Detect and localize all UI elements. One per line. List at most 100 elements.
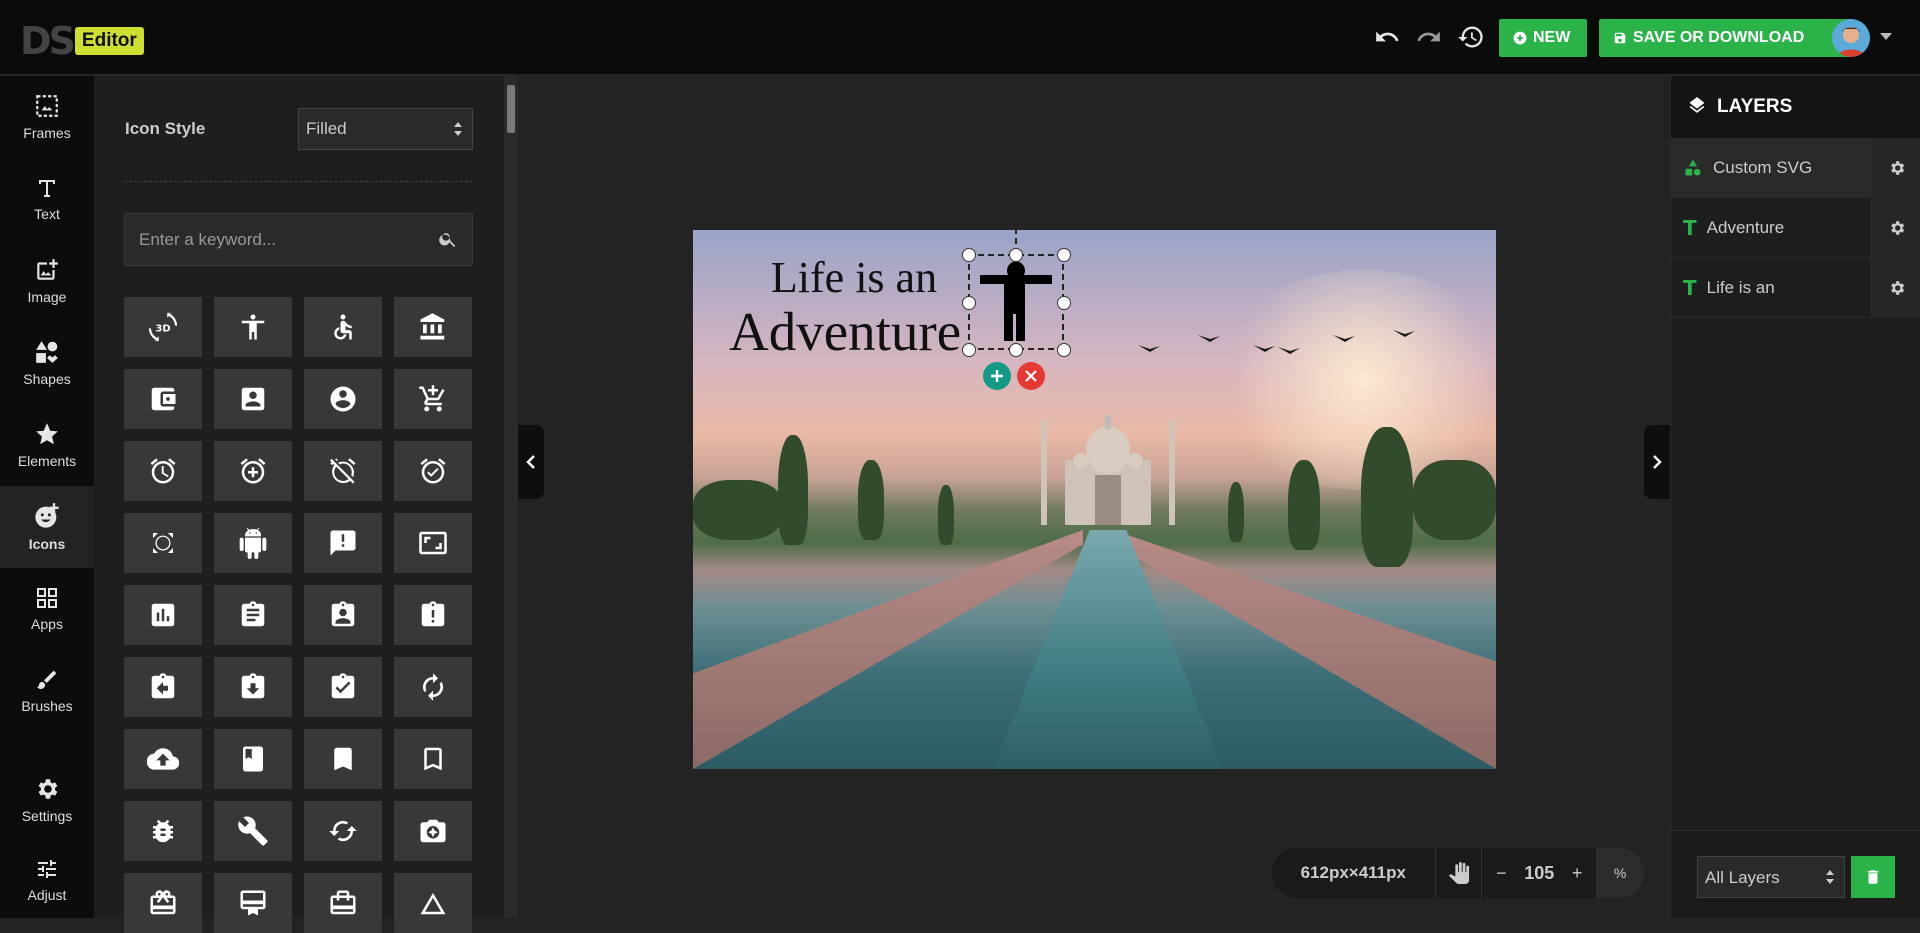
collapse-left-panel-button[interactable] (518, 425, 544, 499)
svg-text:3D: 3D (155, 323, 170, 334)
icon-tile[interactable] (124, 513, 202, 573)
icon-tile[interactable] (124, 729, 202, 789)
icon-tile[interactable] (304, 369, 382, 429)
icon-tile[interactable] (124, 369, 202, 429)
zoom-percent-button[interactable]: % (1596, 848, 1644, 898)
layer-filter-select[interactable]: All Layers (1697, 856, 1845, 898)
undo-icon[interactable] (1372, 22, 1402, 52)
collapse-right-panel-button[interactable] (1644, 425, 1670, 499)
nav-settings[interactable]: Settings (0, 759, 94, 841)
icon-tile[interactable] (304, 441, 382, 501)
cypress-tree (1361, 427, 1413, 567)
zoom-out-button[interactable]: − (1482, 848, 1520, 898)
icon-tile[interactable] (304, 585, 382, 645)
icon-tile[interactable] (394, 729, 472, 789)
layer-settings-button[interactable] (1871, 137, 1920, 198)
duplicate-layer-button[interactable] (983, 362, 1011, 390)
keyword-search-input[interactable]: Enter a keyword... (124, 213, 473, 266)
icon-tile[interactable] (214, 657, 292, 717)
icon-tile[interactable] (214, 513, 292, 573)
layer-settings-button[interactable] (1871, 197, 1920, 258)
resize-handle-ne[interactable] (1057, 248, 1071, 262)
book-icon (243, 746, 263, 772)
icon-tile[interactable] (214, 873, 292, 933)
nav-image[interactable]: Image (0, 240, 94, 322)
nav-shapes[interactable]: Shapes (0, 322, 94, 404)
icon-tile[interactable] (394, 513, 472, 573)
design-canvas[interactable]: Life is an Adventure (693, 230, 1496, 769)
nav-apps[interactable]: Apps (0, 568, 94, 650)
icon-tile[interactable] (394, 873, 472, 933)
icon-tile[interactable] (394, 297, 472, 357)
layer-row-adventure[interactable]: T Adventure (1671, 197, 1920, 258)
icon-tile[interactable] (124, 585, 202, 645)
icon-tile[interactable]: 3D (124, 297, 202, 357)
panel-divider (124, 181, 473, 182)
search-icon[interactable] (438, 229, 458, 249)
icon-tile[interactable] (394, 657, 472, 717)
nav-icons[interactable]: Icons (0, 486, 94, 568)
icon-tile[interactable] (304, 297, 382, 357)
avatar[interactable] (1832, 19, 1870, 57)
new-button[interactable]: NEW (1499, 19, 1587, 57)
panel-scrollbar[interactable] (504, 76, 518, 918)
delete-layers-button[interactable] (1851, 856, 1895, 898)
layer-row-custom-svg[interactable]: Custom SVG (1671, 137, 1920, 198)
caption-line-1[interactable]: Life is an (759, 256, 949, 300)
icon-tile[interactable] (304, 801, 382, 861)
icon-tile[interactable] (214, 441, 292, 501)
pan-tool-button[interactable] (1436, 848, 1482, 898)
icon-tile[interactable] (124, 441, 202, 501)
nav-label: Adjust (27, 887, 67, 903)
icon-tile[interactable] (394, 585, 472, 645)
resize-handle-n[interactable] (1009, 248, 1023, 262)
history-icon[interactable] (1456, 22, 1486, 52)
icon-tile[interactable] (304, 873, 382, 933)
nav-elements[interactable]: Elements (0, 404, 94, 486)
resize-handle-s[interactable] (1009, 343, 1023, 357)
icon-tile[interactable] (214, 297, 292, 357)
chevron-down-icon[interactable] (1880, 33, 1892, 40)
resize-handle-e[interactable] (1057, 296, 1071, 310)
icon-tile[interactable] (304, 657, 382, 717)
icon-tile[interactable] (304, 513, 382, 573)
redo-icon[interactable] (1414, 22, 1444, 52)
layer-select[interactable]: Custom SVG (1671, 137, 1871, 198)
cypress-tree (778, 435, 808, 545)
icon-tile[interactable] (304, 729, 382, 789)
resize-handle-nw[interactable] (962, 248, 976, 262)
icon-tile[interactable] (124, 873, 202, 933)
resize-handle-se[interactable] (1057, 343, 1071, 357)
layer-select[interactable]: T Adventure (1671, 198, 1871, 258)
nav-frames[interactable]: Frames (0, 76, 94, 158)
backup-icon (147, 748, 179, 770)
card-membership-icon (240, 890, 266, 916)
nav-adjust[interactable]: Adjust (0, 839, 94, 921)
icon-tile[interactable] (214, 585, 292, 645)
icon-tile[interactable] (214, 801, 292, 861)
zoom-in-button[interactable]: + (1558, 848, 1596, 898)
icon-tile[interactable] (124, 801, 202, 861)
caption-line-2[interactable]: Adventure (729, 304, 989, 359)
layer-row-life-is-an[interactable]: T Life is an (1671, 257, 1920, 318)
icon-tile[interactable] (214, 369, 292, 429)
plus-icon (991, 370, 1003, 382)
icon-tile[interactable] (394, 441, 472, 501)
icon-tile[interactable] (394, 801, 472, 861)
icon-tile[interactable] (214, 729, 292, 789)
icon-tile[interactable] (394, 369, 472, 429)
icon-style-select[interactable]: Filled (298, 108, 473, 150)
nav-text[interactable]: Text (0, 158, 94, 240)
layer-select[interactable]: T Life is an (1671, 258, 1871, 318)
app-logo[interactable]: DS Editor (20, 22, 144, 60)
selection-box[interactable] (968, 254, 1064, 350)
delete-layer-button[interactable] (1017, 362, 1045, 390)
panel-scroll-thumb[interactable] (507, 85, 515, 133)
nav-brushes[interactable]: Brushes (0, 650, 94, 732)
save-or-download-button[interactable]: SAVE OR DOWNLOAD (1599, 19, 1853, 57)
resize-handle-w[interactable] (962, 296, 976, 310)
resize-handle-sw[interactable] (962, 343, 976, 357)
text-layer-icon: T (1683, 275, 1697, 300)
icon-tile[interactable] (124, 657, 202, 717)
layer-settings-button[interactable] (1871, 257, 1920, 318)
